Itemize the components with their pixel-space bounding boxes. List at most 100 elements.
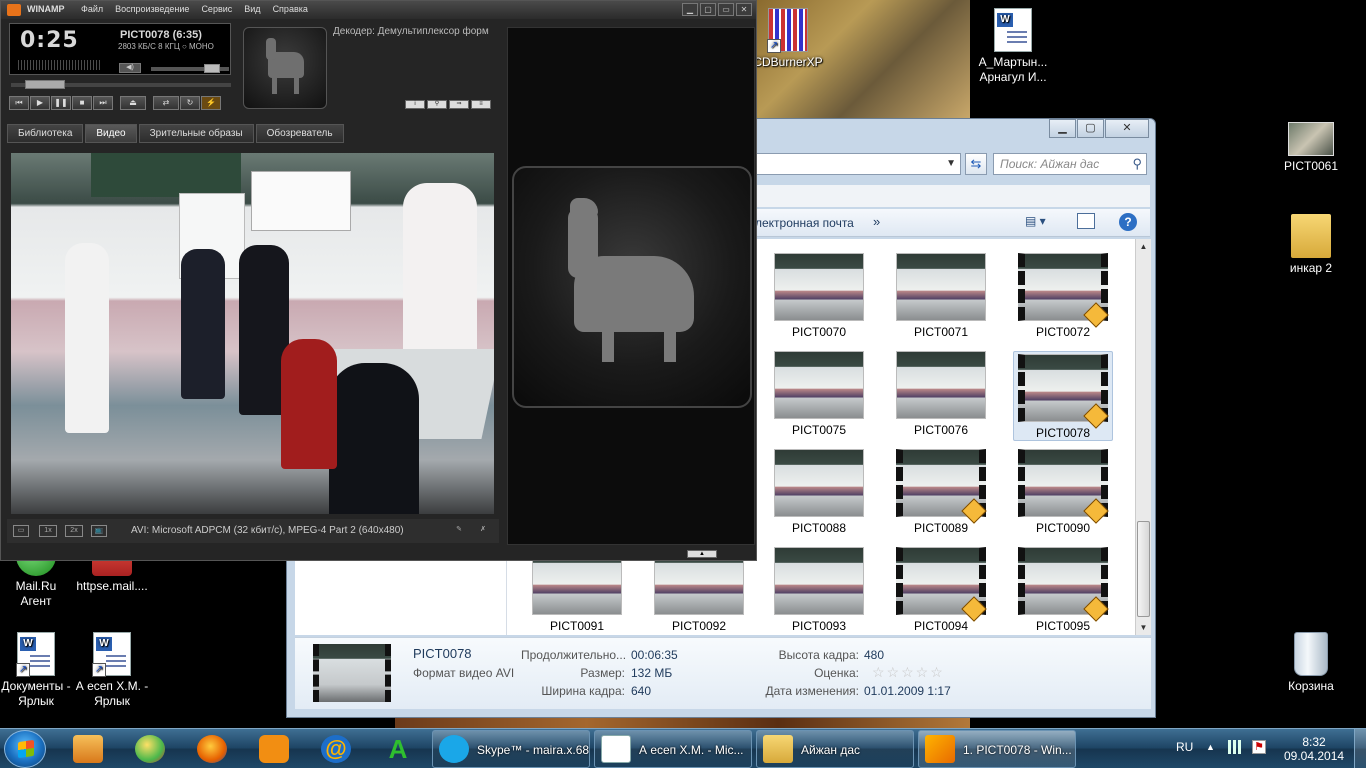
fullscreen-button[interactable]: ▭ [13,525,29,537]
refresh-button[interactable]: ⇆ [965,153,987,175]
start-button[interactable] [4,730,46,768]
taskbar-button-explorer[interactable]: Айжан дас [756,730,914,768]
wrench-icon[interactable]: ✗ [475,525,491,537]
tab-library[interactable]: Библиотека [7,124,84,143]
show-hidden-icons-icon[interactable]: ▲ [1206,742,1215,752]
album-art-small[interactable] [243,27,327,109]
pinned-mail-agent[interactable]: @ [308,732,364,766]
search-art-button[interactable]: ⚲ [427,100,447,109]
zoom-1x-button[interactable]: 1x [39,525,57,537]
search-input[interactable]: Поиск: Айжан дас ⚲ [993,153,1147,175]
seek-knob[interactable] [25,80,66,89]
toolbar-more-button[interactable]: » [873,214,880,229]
menu-playback[interactable]: Воспроизведение [115,4,189,14]
pin-icon[interactable]: ✎ [451,525,467,537]
spectrum-visualizer[interactable] [18,60,102,70]
minimize-button[interactable]: ▁ [1049,119,1076,138]
repeat-button[interactable]: ↻ [180,96,200,110]
taskbar-button-skype[interactable]: Skype™ - maira.x.68 [432,730,590,768]
thumbnail-item[interactable]: PICT0089 [891,449,991,535]
address-bar[interactable]: ▼ [755,153,961,175]
language-indicator[interactable]: RU [1176,740,1193,754]
collapse-button[interactable]: ▲ [687,550,717,558]
scroll-thumb[interactable] [1137,521,1150,617]
maximize-button[interactable]: ▢ [1077,119,1104,138]
eject-button[interactable]: ⏏ [120,96,146,110]
video-frame[interactable] [11,153,494,514]
thumbnail-caption: PICT0072 [1035,325,1091,339]
elapsed-time[interactable]: 0:25 [20,28,79,53]
seek-bar[interactable] [11,80,231,89]
send-to-button[interactable]: ⇒ [449,100,469,109]
scroll-down-arrow[interactable]: ▼ [1136,620,1151,635]
desktop-icon-inkar2[interactable]: инкар 2 [1261,214,1361,276]
preview-pane-button[interactable] [1077,213,1095,229]
menu-file[interactable]: Файл [81,4,103,14]
menu-button[interactable]: ≡ [471,100,491,109]
desktop-icon-martynova[interactable]: А_Мартын... Арнагул И... [963,8,1063,85]
desktop-icon-pict0061[interactable]: PICT0061 [1261,122,1361,174]
shuffle-button[interactable]: ⇄ [153,96,179,110]
thumbnail-item[interactable]: PICT0070 [769,253,869,339]
scroll-up-arrow[interactable]: ▲ [1136,239,1151,254]
tv-icon[interactable]: 📺 [91,525,107,537]
search-icon[interactable]: ⚲ [1132,156,1142,172]
clock[interactable]: 8:32 09.04.2014 [1284,735,1344,763]
thumbnail-item[interactable]: PICT0078 [1013,351,1113,441]
thumbnail-item[interactable]: PICT0090 [1013,449,1113,535]
shade-button[interactable]: ▢ [700,3,716,16]
email-button[interactable]: лектронная почта [755,216,854,230]
tab-video[interactable]: Видео [85,124,137,143]
next-button[interactable]: ⏭ [93,96,113,110]
thumbnail-item[interactable]: PICT0075 [769,351,869,437]
close-button[interactable]: ✕ [1105,119,1149,138]
help-icon[interactable]: ? [1119,213,1137,231]
stop-button[interactable]: ■ [72,96,92,110]
info-button[interactable]: i [405,100,425,109]
play-button[interactable]: ▶ [30,96,50,110]
winamp-logo-icon[interactable] [7,4,21,16]
pinned-app-1[interactable] [60,732,116,766]
thumbnail-item[interactable]: PICT0088 [769,449,869,535]
thumbnail-item[interactable]: PICT0093 [769,547,869,633]
pinned-odnoklassniki[interactable] [246,732,302,766]
visualization-panel[interactable] [507,27,755,545]
winamp-window[interactable]: WINAMP Файл Воспроизведение Сервис Вид С… [0,0,757,561]
show-desktop-button[interactable] [1354,729,1366,768]
tab-visualization[interactable]: Зрительные образы [138,124,254,143]
thumbnail-item[interactable]: PICT0076 [891,351,991,437]
pinned-firefox[interactable] [184,732,240,766]
thumbnail-item[interactable]: PICT0095 [1013,547,1113,633]
volume-slider[interactable] [151,64,229,73]
menu-view[interactable]: Вид [244,4,260,14]
previous-button[interactable]: ⏮ [9,96,29,110]
desktop-icon-recycle-bin[interactable]: Корзина [1261,632,1361,694]
restore-button[interactable]: ▭ [718,3,734,16]
menu-tools[interactable]: Сервис [201,4,232,14]
change-view-button[interactable]: ▤ ▾ [1025,214,1059,232]
tab-browser[interactable]: Обозреватель [255,124,344,143]
taskbar-button-word[interactable]: А есеп Х.М. - Mic... [594,730,752,768]
navigation-pane[interactable] [295,549,507,635]
minimize-button[interactable]: ▁ [682,3,698,16]
menu-help[interactable]: Справка [273,4,308,14]
desktop-icon-esep[interactable]: ↗ А есеп Х.М. - Ярлык [62,632,162,709]
vertical-scrollbar[interactable]: ▲ ▼ [1135,239,1151,635]
thumbnail-item[interactable]: PICT0071 [891,253,991,339]
thumbnail-item[interactable]: PICT0072 [1013,253,1113,339]
pause-button[interactable]: ❚❚ [51,96,71,110]
action-center-flag-icon[interactable]: ⚑ [1252,740,1266,754]
chevron-down-icon[interactable]: ▼ [946,158,956,169]
thumbnail-item[interactable]: PICT0094 [891,547,991,633]
winamp-titlebar[interactable]: WINAMP Файл Воспроизведение Сервис Вид С… [1,1,756,19]
rating-stars[interactable]: ☆☆☆☆☆ [872,664,945,681]
volume-knob[interactable] [203,64,220,73]
pinned-app-a[interactable]: A [370,732,426,766]
taskbar-button-winamp[interactable]: 1. PICT0078 - Win... [918,730,1076,768]
lightning-icon[interactable]: ⚡ [201,96,221,110]
close-button[interactable]: ✕ [736,3,752,16]
mute-button[interactable]: ◀) [119,63,141,73]
pinned-app-2[interactable] [122,732,178,766]
zoom-2x-button[interactable]: 2x [65,525,83,537]
network-icon[interactable] [1228,740,1244,754]
